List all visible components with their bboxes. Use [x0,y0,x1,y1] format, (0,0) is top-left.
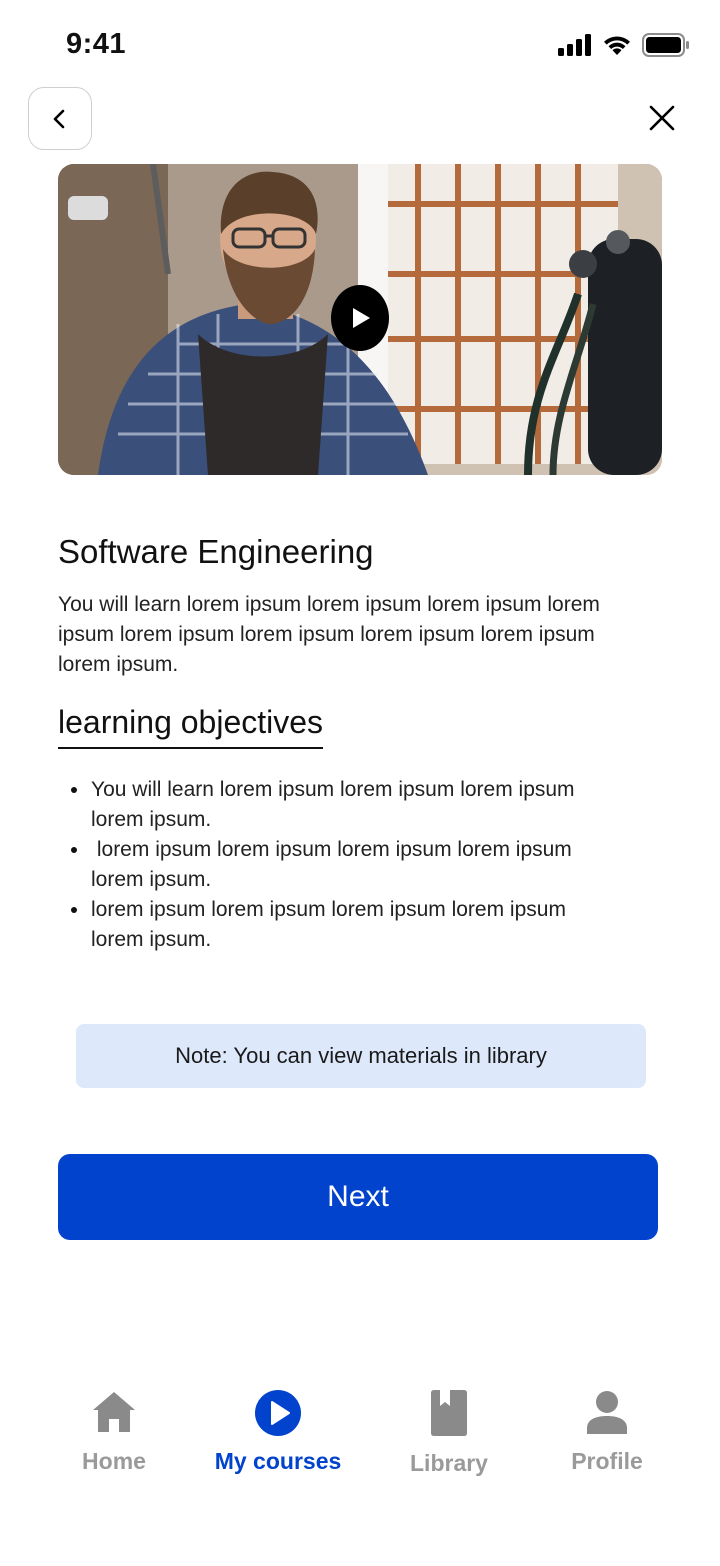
objective-item: lorem ipsum lorem ipsum lorem ipsum lore… [71,835,611,895]
course-description: You will learn lorem ipsum lorem ipsum l… [58,593,600,676]
objectives-heading: learning objectives [58,704,324,749]
home-icon [93,1392,135,1432]
tab-profile[interactable]: Profile [568,1390,646,1475]
play-circle-icon [255,1390,301,1436]
wifi-icon [604,36,630,55]
play-icon [353,308,370,328]
close-icon [649,105,675,131]
objectives-list: You will learn lorem ipsum lorem ipsum l… [71,775,611,955]
user-icon [587,1391,627,1434]
bottom-tab-bar: Home My courses Library Profile [0,1390,720,1510]
tab-my-courses-label: My courses [214,1448,342,1474]
tab-library-label: Library [410,1450,488,1476]
signal-icon [558,34,591,56]
close-button[interactable] [640,96,684,140]
next-button[interactable]: Next [58,1154,658,1240]
back-button[interactable] [28,87,92,150]
tab-home[interactable]: Home [80,1390,148,1475]
tab-library[interactable]: Library [406,1390,492,1477]
battery-icon [642,33,689,57]
status-icons [558,33,690,57]
course-video[interactable] [58,164,662,475]
status-bar: 9:41 [0,0,720,90]
book-icon [431,1390,467,1436]
objective-item: You will learn lorem ipsum lorem ipsum l… [71,775,611,835]
chevron-left-icon [53,109,65,128]
tab-my-courses[interactable]: My courses [208,1390,348,1475]
objective-item: lorem ipsum lorem ipsum lorem ipsum lore… [71,895,611,955]
library-note: Note: You can view materials in library [76,1024,646,1088]
tab-profile-label: Profile [571,1448,643,1474]
tab-home-label: Home [82,1448,146,1474]
course-title: Software Engineering [58,533,374,570]
play-button[interactable] [331,285,389,351]
status-time: 9:41 [66,28,127,60]
